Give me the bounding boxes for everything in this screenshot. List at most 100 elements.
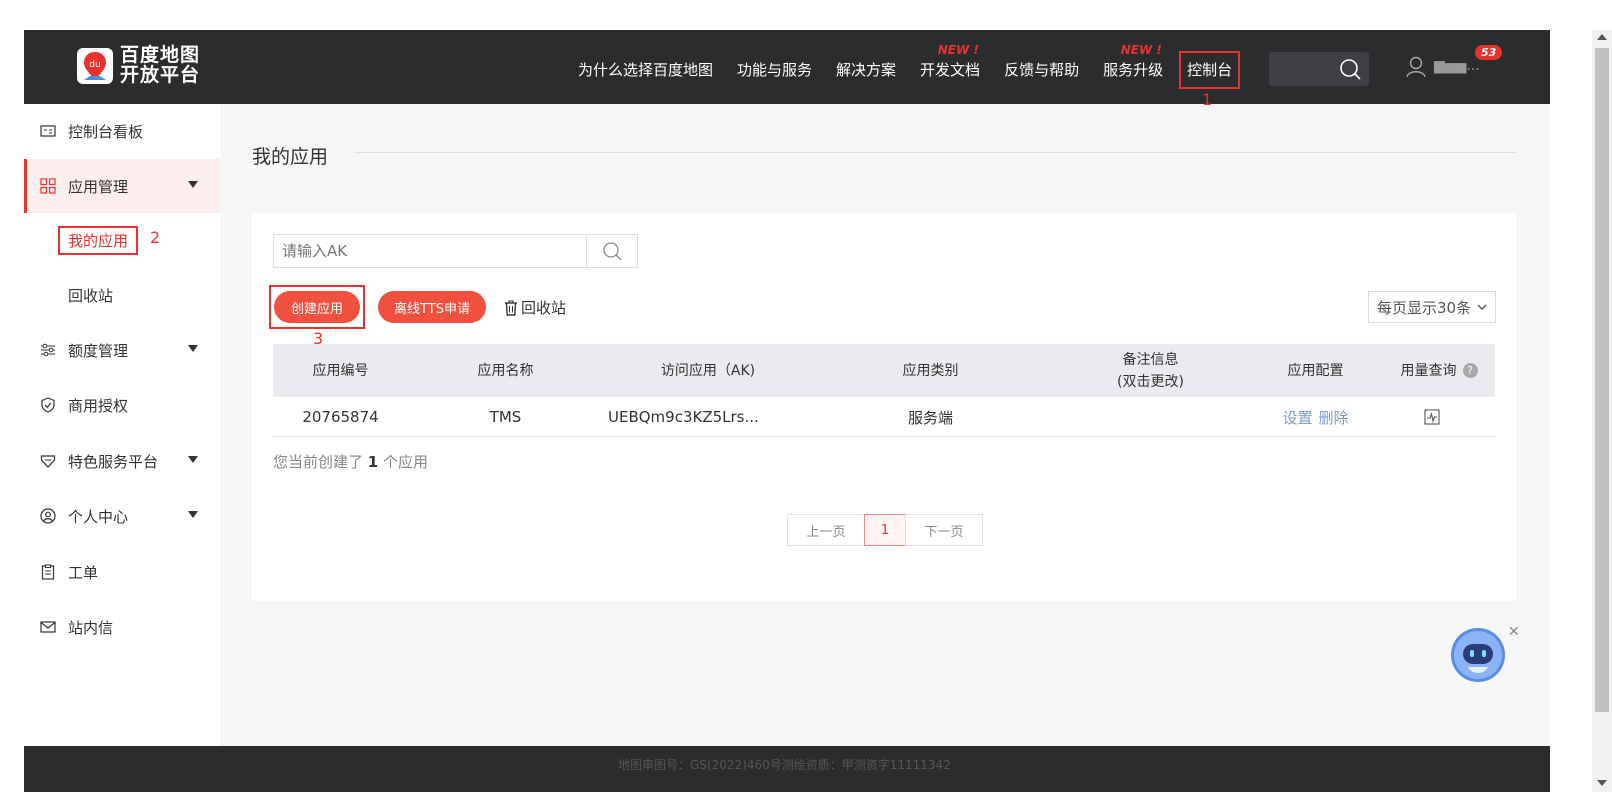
sidebar-item-quota[interactable]: 额度管理 — [24, 323, 220, 377]
prev-page-button[interactable]: 上一页 — [787, 514, 865, 546]
grid-icon — [40, 178, 56, 194]
app-count-text: 您当前创建了 1 个应用 — [273, 451, 428, 472]
sidebar-item-label: 特色服务平台 — [68, 452, 159, 471]
sidebar-item-dashboard[interactable]: 控制台看板 — [24, 104, 220, 158]
cell-category: 服务端 — [907, 408, 953, 427]
table-header: 应用编号 应用名称 访问应用（AK) 应用类别 备注信息 (双击更改) 应用配置… — [273, 344, 1495, 397]
new-badge: NEW ! — [937, 43, 979, 57]
usage-chart-icon[interactable] — [1424, 409, 1440, 425]
cell-config: 设置 删除 — [1248, 397, 1383, 437]
shield-icon — [41, 397, 55, 413]
sidebar-item-label: 工单 — [68, 563, 99, 582]
sidebar-item-tickets[interactable]: 工单 — [24, 545, 220, 599]
search-icon — [603, 242, 622, 261]
col-usage: 用量查询 ? — [1383, 344, 1495, 397]
sidebar-item-app-management[interactable]: 应用管理 — [24, 159, 220, 213]
nav-features[interactable]: 功能与服务 — [737, 59, 812, 81]
top-header: du 百度地图 开放平台 为什么选择百度地图 功能与服务 解决方案 NEW ! 开… — [24, 30, 1550, 109]
current-page[interactable]: 1 — [864, 514, 906, 546]
sidebar-item-personal-center[interactable]: 个人中心 — [24, 489, 220, 543]
sidebar-item-special-services[interactable]: 特色服务平台 — [24, 434, 220, 488]
offline-tts-apply-button[interactable]: 离线TTS申请 — [378, 291, 486, 323]
user-icon[interactable] — [1406, 56, 1426, 78]
sidebar-item-commercial-license[interactable]: 商用授权 — [24, 378, 220, 432]
footer: 地图审图号：GS(2022)460号测绘资质：甲测资字11111342 — [24, 746, 1550, 792]
logo-text: 百度地图 开放平台 — [120, 45, 200, 85]
help-icon[interactable]: ? — [1462, 363, 1478, 378]
tag-icon — [40, 455, 56, 468]
main-nav: 为什么选择百度地图 功能与服务 解决方案 NEW ! 开发文档 反馈与帮助 NEW… — [578, 43, 1256, 89]
scroll-up-icon[interactable] — [1597, 34, 1607, 40]
map-pin-logo-icon: du — [77, 48, 113, 84]
user-circle-icon — [40, 508, 56, 524]
scroll-thumb[interactable] — [1595, 48, 1609, 712]
caret-down-icon — [188, 181, 198, 188]
annotation-2: 2 — [150, 228, 161, 247]
col-usage-label: 用量查询 — [1400, 362, 1457, 379]
settings-link[interactable]: 设置 — [1282, 407, 1312, 428]
trash-icon — [505, 300, 517, 316]
page-size-label: 每页显示30条 — [1377, 298, 1472, 317]
logo-mark-text: du — [89, 60, 100, 70]
notification-badge[interactable]: 53 — [1475, 45, 1503, 60]
clipboard-icon — [41, 564, 55, 580]
recycle-bin-link[interactable]: 回收站 — [504, 297, 566, 318]
sliders-icon — [41, 343, 55, 357]
caret-down-icon — [188, 345, 198, 352]
footer-text: 地图审图号：GS(2022)460号测绘资质：甲测资字11111342 — [618, 758, 951, 772]
col-note-line2: (双击更改) — [1117, 373, 1184, 390]
title-divider — [354, 152, 1516, 153]
logo-line-2: 开放平台 — [120, 64, 201, 86]
sidebar-item-label: 控制台看板 — [68, 122, 144, 141]
col-category: 应用类别 — [902, 362, 959, 379]
col-ak: 访问应用（AK) — [660, 362, 756, 379]
dashboard-icon — [40, 125, 56, 137]
close-icon[interactable]: ✕ — [1508, 624, 1520, 640]
recycle-link-label: 回收站 — [521, 299, 567, 317]
table-row: 20765874 TMS UEBQm9c3KZ5Lrs... 服务端 设置 删除 — [273, 397, 1495, 437]
nav-console[interactable]: 控制台 — [1179, 51, 1241, 89]
nav-solutions[interactable]: 解决方案 — [836, 59, 896, 81]
sidebar-item-label: 商用授权 — [68, 396, 129, 415]
cell-app-id: 20765874 — [302, 408, 379, 426]
sidebar-sub-recycle-bin[interactable]: 回收站 — [68, 285, 113, 306]
nav-feedback[interactable]: 反馈与帮助 — [1004, 59, 1079, 81]
caret-down-icon — [188, 511, 198, 518]
cell-ak: UEBQm9c3KZ5Lrs... — [608, 408, 759, 426]
col-note-line1: 备注信息 — [1122, 351, 1179, 368]
page-size-select[interactable]: 每页显示30条 — [1368, 291, 1496, 323]
col-app-name: 应用名称 — [477, 362, 534, 379]
apps-card: 创建应用 3 离线TTS申请 回收站 每页显示30条 应用编号 应用名称 访问应… — [252, 213, 1516, 601]
assistant-robot-icon[interactable] — [1450, 627, 1506, 683]
nav-label: 控制台 — [1187, 61, 1233, 79]
next-page-button[interactable]: 下一页 — [905, 514, 983, 546]
cell-usage — [1383, 397, 1481, 437]
create-app-button[interactable]: 创建应用 — [274, 291, 360, 323]
search-icon — [1340, 59, 1361, 80]
delete-link[interactable]: 删除 — [1319, 407, 1349, 428]
logo[interactable]: du 百度地图 开放平台 — [76, 45, 206, 89]
nav-label: 服务升级 — [1103, 61, 1164, 79]
ak-search-button[interactable] — [586, 234, 638, 268]
nav-label: 开发文档 — [920, 61, 981, 79]
header-search[interactable] — [1269, 52, 1369, 86]
ak-search-input[interactable] — [273, 234, 586, 268]
page-scrollbar[interactable] — [1592, 30, 1612, 792]
nav-docs[interactable]: NEW ! 开发文档 — [920, 43, 981, 81]
scroll-down-icon[interactable] — [1597, 780, 1607, 786]
sidebar-sub-my-apps[interactable]: 我的应用 — [58, 226, 139, 255]
count-suffix: 个应用 — [383, 453, 429, 471]
sidebar-item-messages[interactable]: 站内信 — [24, 600, 220, 654]
cell-note[interactable] — [1083, 397, 1218, 437]
chevron-down-icon — [1477, 304, 1487, 310]
sidebar-item-label: 站内信 — [68, 618, 114, 637]
nav-label: 功能与服务 — [737, 61, 813, 79]
nav-upgrade[interactable]: NEW ! 服务升级 — [1103, 43, 1164, 81]
mail-icon — [40, 621, 56, 633]
app-frame: du 百度地图 开放平台 为什么选择百度地图 功能与服务 解决方案 NEW ! 开… — [24, 30, 1550, 792]
sidebar-item-label: 应用管理 — [68, 177, 129, 196]
nav-label: 解决方案 — [836, 61, 897, 79]
user-name[interactable]: ▆▅▅... — [1434, 58, 1480, 74]
app-count: 1 — [367, 453, 379, 471]
nav-why-baidu-map[interactable]: 为什么选择百度地图 — [578, 59, 713, 81]
